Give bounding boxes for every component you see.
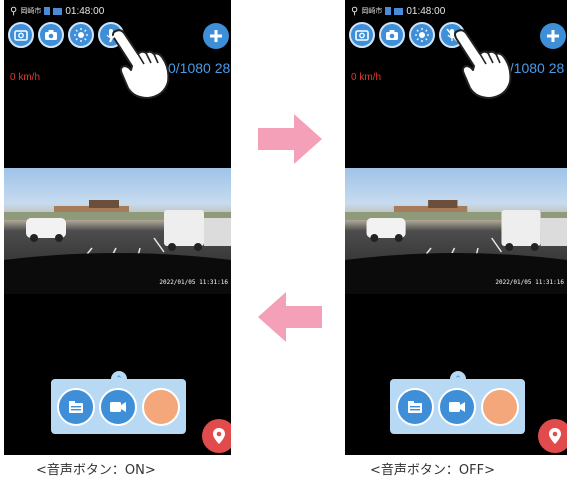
- recording-indicator-icon: [53, 7, 63, 15]
- phone-screen-mic-on: ⚲ 岡崎市 01:48:00 0/1080 28 0 km/h 2022/01/…: [4, 0, 231, 455]
- map-pin-icon: [549, 428, 561, 444]
- speed-readout: 0 km/h: [351, 72, 382, 83]
- file-list-button[interactable]: [396, 387, 435, 426]
- location-pin-icon: ⚲: [351, 5, 359, 17]
- caption-mic-off: <音声ボタン：OFF>: [370, 463, 495, 478]
- caption-mic-on: <音声ボタン：ON>: [36, 463, 156, 478]
- plus-icon: [210, 30, 222, 42]
- brightness-button[interactable]: [409, 22, 435, 48]
- camera-switch-button[interactable]: [349, 22, 375, 48]
- phone-screen-mic-off: ⚲ 岡崎市 01:48:00 0/1080 28 0 km/h 2022/01/…: [345, 0, 567, 455]
- map-pin-icon: [213, 428, 225, 444]
- photo-button[interactable]: [38, 22, 64, 48]
- parking-lot-scene: [4, 200, 231, 294]
- pointing-hand-icon: [109, 29, 170, 99]
- video-timestamp: 2022/01/05 11:31:16: [159, 279, 228, 286]
- status-bar: ⚲ 岡崎市 01:48:00: [351, 4, 445, 18]
- record-button[interactable]: [480, 387, 519, 426]
- collapse-up-icon: ⌃: [115, 373, 123, 384]
- camera-feed: 2022/01/05 11:31:16: [345, 168, 567, 294]
- video-camera-icon: [110, 401, 127, 412]
- map-button[interactable]: [538, 419, 567, 453]
- status-bar: ⚲ 岡崎市 01:48:00: [10, 4, 104, 18]
- photo-camera-icon: [45, 30, 57, 40]
- camera-switch-button[interactable]: [8, 22, 34, 48]
- add-button[interactable]: [203, 23, 229, 49]
- speed-readout: 0 km/h: [10, 72, 41, 83]
- bottom-control-panel: ⌃: [390, 371, 525, 434]
- video-mode-button[interactable]: [438, 387, 477, 426]
- sd-card-icon: [44, 7, 51, 15]
- camera-switch-icon: [14, 30, 28, 41]
- video-camera-icon: [449, 401, 466, 412]
- plus-icon: [547, 30, 559, 42]
- collapse-button[interactable]: ⌃: [450, 371, 466, 387]
- status-time: 01:48:00: [65, 5, 105, 17]
- record-icon: [153, 399, 168, 414]
- status-location: 岡崎市: [20, 8, 42, 15]
- collapse-up-icon: ⌃: [454, 373, 462, 384]
- photo-camera-icon: [386, 30, 398, 40]
- brightness-button[interactable]: [68, 22, 94, 48]
- camera-switch-icon: [355, 30, 369, 41]
- pointing-hand-icon: [454, 29, 512, 99]
- video-mode-button[interactable]: [99, 387, 138, 426]
- recording-indicator-icon: [394, 7, 404, 15]
- top-toolbar: [8, 22, 124, 48]
- arrow-right-icon: [258, 114, 322, 164]
- brightness-icon: [74, 28, 88, 42]
- parking-lot-scene: [345, 200, 567, 294]
- record-icon: [492, 399, 507, 414]
- folder-icon: [69, 400, 84, 413]
- brightness-icon: [415, 28, 429, 42]
- status-location: 岡崎市: [361, 8, 383, 15]
- location-pin-icon: ⚲: [10, 5, 18, 17]
- record-button[interactable]: [141, 387, 180, 426]
- add-button[interactable]: [540, 23, 566, 49]
- folder-icon: [408, 400, 423, 413]
- bottom-control-panel: ⌃: [51, 371, 186, 434]
- photo-button[interactable]: [379, 22, 405, 48]
- camera-feed: 2022/01/05 11:31:16: [4, 168, 231, 294]
- arrow-left-icon: [258, 292, 322, 342]
- video-timestamp: 2022/01/05 11:31:16: [495, 279, 564, 286]
- top-toolbar: [349, 22, 465, 48]
- file-list-button[interactable]: [57, 387, 96, 426]
- map-button[interactable]: [202, 419, 231, 453]
- status-time: 01:48:00: [406, 5, 446, 17]
- sd-card-icon: [385, 7, 392, 15]
- collapse-button[interactable]: ⌃: [111, 371, 127, 387]
